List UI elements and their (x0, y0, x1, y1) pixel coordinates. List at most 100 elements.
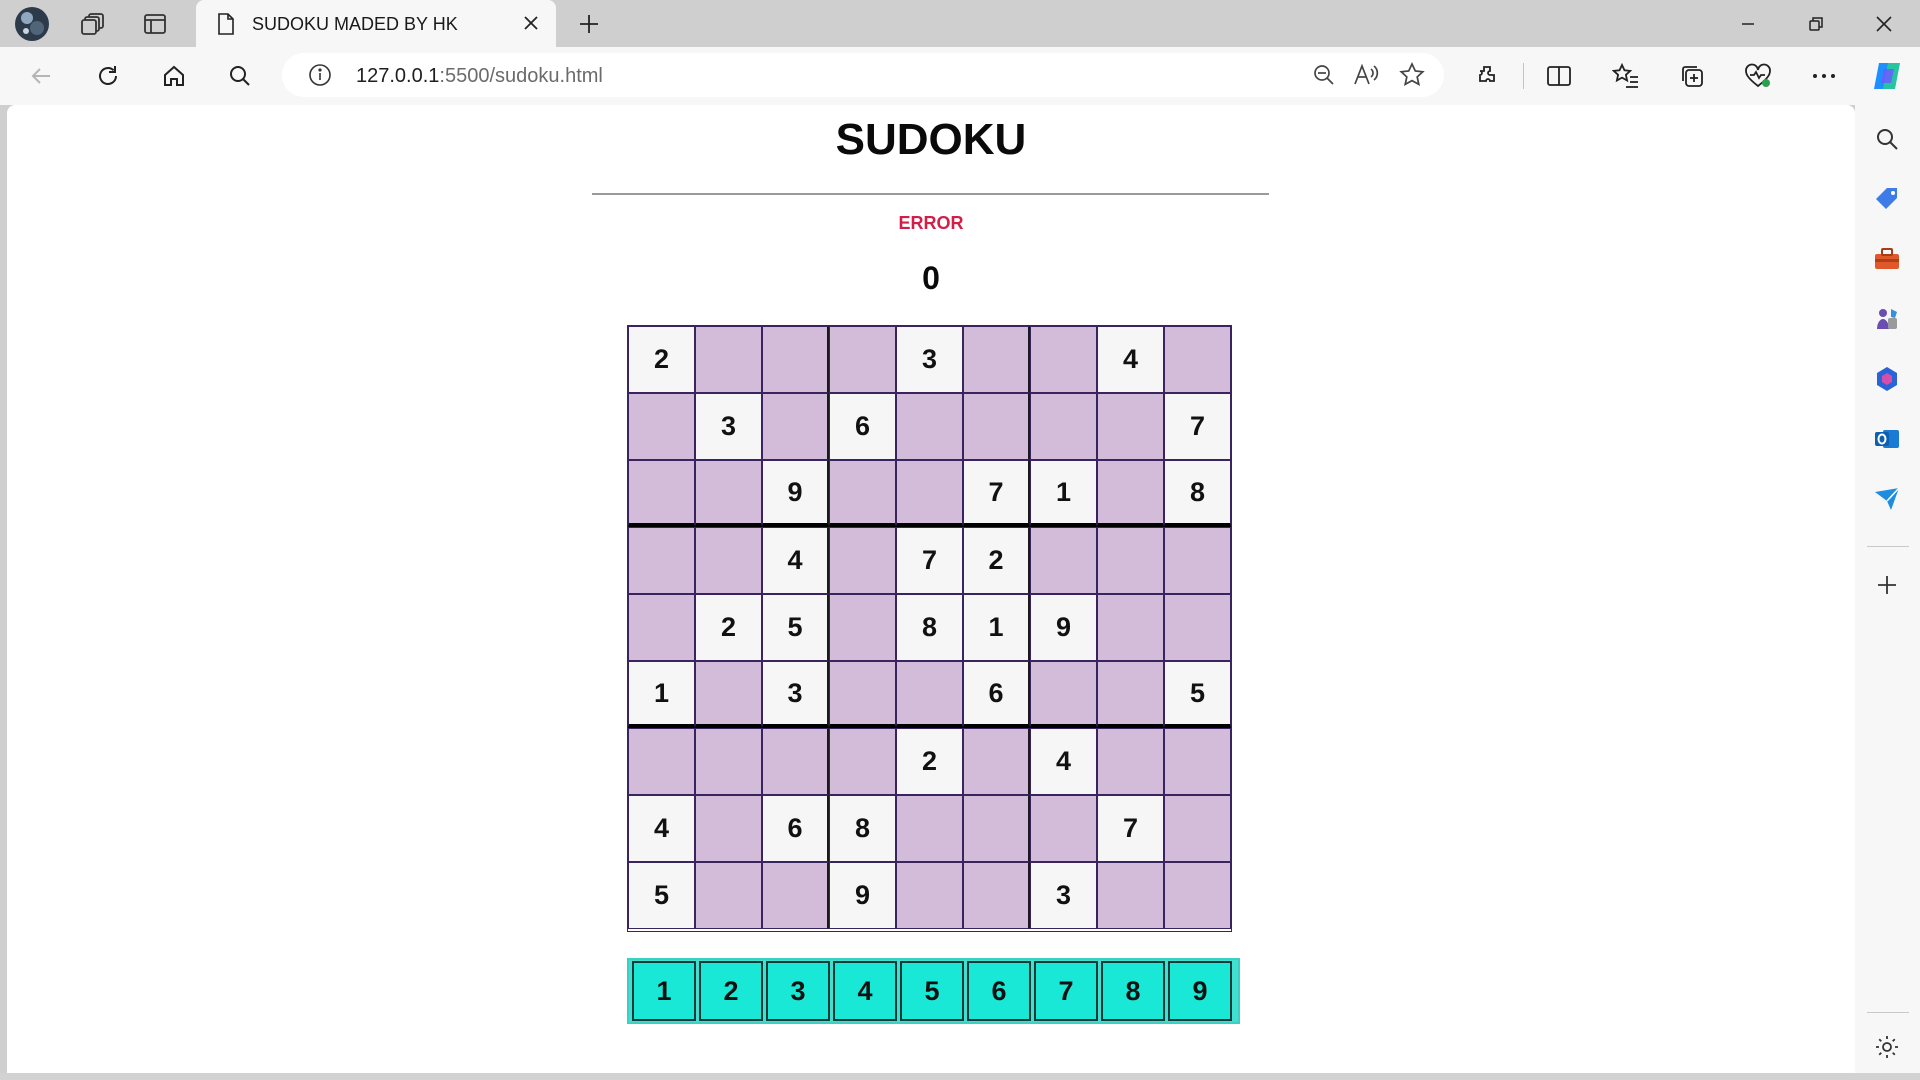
favorite-star-icon[interactable] (1394, 57, 1430, 93)
browser-essentials-icon[interactable] (1738, 56, 1778, 96)
sudoku-cell[interactable] (963, 393, 1030, 460)
plus-icon[interactable] (569, 6, 609, 42)
sudoku-cell[interactable] (1030, 326, 1097, 393)
sudoku-cell[interactable] (695, 728, 762, 795)
sudoku-cell[interactable]: 4 (1030, 728, 1097, 795)
sudoku-cell[interactable]: 7 (1164, 393, 1231, 460)
sudoku-cell[interactable] (896, 661, 963, 728)
sudoku-cell[interactable] (1097, 862, 1164, 929)
sudoku-cell[interactable]: 6 (963, 661, 1030, 728)
sudoku-cell[interactable]: 3 (896, 326, 963, 393)
sudoku-cell[interactable] (1097, 661, 1164, 728)
digit-tile[interactable]: 8 (1101, 961, 1165, 1021)
sudoku-cell[interactable] (896, 393, 963, 460)
sudoku-cell[interactable] (695, 460, 762, 527)
sudoku-cell[interactable]: 9 (829, 862, 896, 929)
digit-tile[interactable]: 1 (632, 961, 696, 1021)
split-screen-icon[interactable] (1539, 56, 1579, 96)
close-icon[interactable] (516, 8, 546, 38)
collections-icon[interactable] (1672, 56, 1712, 96)
sudoku-cell[interactable]: 6 (762, 795, 829, 862)
restore-button[interactable] (1782, 0, 1850, 47)
sudoku-cell[interactable] (628, 594, 695, 661)
sudoku-cell[interactable]: 4 (628, 795, 695, 862)
microsoft365-icon[interactable] (1867, 359, 1907, 399)
home-icon[interactable] (154, 56, 194, 96)
sudoku-cell[interactable]: 2 (896, 728, 963, 795)
sudoku-cell[interactable] (829, 728, 896, 795)
sudoku-cell[interactable]: 3 (695, 393, 762, 460)
sudoku-cell[interactable]: 3 (762, 661, 829, 728)
sudoku-cell[interactable] (1164, 326, 1231, 393)
sudoku-cell[interactable] (1030, 795, 1097, 862)
extensions-icon[interactable] (1467, 56, 1507, 96)
sudoku-cell[interactable]: 2 (628, 326, 695, 393)
sudoku-cell[interactable]: 5 (1164, 661, 1231, 728)
zoom-out-icon[interactable] (1306, 57, 1342, 93)
sudoku-cell[interactable] (829, 326, 896, 393)
sudoku-cell[interactable] (963, 728, 1030, 795)
sudoku-cell[interactable] (1164, 527, 1231, 594)
sudoku-cell[interactable]: 5 (628, 862, 695, 929)
sudoku-cell[interactable] (628, 527, 695, 594)
sudoku-cell[interactable]: 9 (762, 460, 829, 527)
sudoku-cell[interactable]: 1 (1030, 460, 1097, 527)
sudoku-cell[interactable] (963, 326, 1030, 393)
sudoku-cell[interactable]: 9 (1030, 594, 1097, 661)
sudoku-cell[interactable] (1097, 460, 1164, 527)
sudoku-cell[interactable] (628, 393, 695, 460)
sudoku-cell[interactable]: 7 (896, 527, 963, 594)
sudoku-cell[interactable]: 4 (1097, 326, 1164, 393)
sudoku-cell[interactable]: 3 (1030, 862, 1097, 929)
sudoku-cell[interactable]: 8 (1164, 460, 1231, 527)
sudoku-cell[interactable] (628, 728, 695, 795)
sudoku-cell[interactable] (762, 862, 829, 929)
sudoku-cell[interactable]: 2 (695, 594, 762, 661)
sudoku-cell[interactable]: 7 (963, 460, 1030, 527)
sudoku-cell[interactable]: 1 (963, 594, 1030, 661)
games-icon[interactable] (1867, 299, 1907, 339)
sudoku-cell[interactable] (1030, 393, 1097, 460)
sudoku-cell[interactable]: 4 (762, 527, 829, 594)
refresh-icon[interactable] (88, 56, 128, 96)
sudoku-cell[interactable] (1097, 728, 1164, 795)
sudoku-cell[interactable] (1030, 527, 1097, 594)
sudoku-cell[interactable] (896, 795, 963, 862)
workspaces-icon[interactable] (73, 6, 113, 42)
sudoku-cell[interactable] (829, 460, 896, 527)
search-icon[interactable] (1867, 119, 1907, 159)
send-icon[interactable] (1867, 479, 1907, 519)
sudoku-cell[interactable]: 1 (628, 661, 695, 728)
address-bar[interactable]: 127.0.0.1:5500/sudoku.html (282, 53, 1444, 97)
sudoku-cell[interactable] (1164, 594, 1231, 661)
sudoku-cell[interactable] (695, 862, 762, 929)
digit-tile[interactable]: 7 (1034, 961, 1098, 1021)
digit-tile[interactable]: 2 (699, 961, 763, 1021)
profile-avatar-icon[interactable] (12, 6, 52, 42)
sudoku-cell[interactable] (896, 460, 963, 527)
tools-icon[interactable] (1867, 239, 1907, 279)
add-icon[interactable] (1867, 565, 1907, 605)
sudoku-cell[interactable] (1030, 661, 1097, 728)
sudoku-cell[interactable] (829, 661, 896, 728)
sudoku-cell[interactable] (762, 393, 829, 460)
sudoku-cell[interactable] (1097, 527, 1164, 594)
digit-tile[interactable]: 6 (967, 961, 1031, 1021)
sudoku-cell[interactable]: 8 (896, 594, 963, 661)
minimize-button[interactable] (1714, 0, 1782, 47)
sudoku-cell[interactable] (963, 795, 1030, 862)
sudoku-cell[interactable]: 8 (829, 795, 896, 862)
search-icon[interactable] (220, 56, 260, 96)
shopping-tag-icon[interactable] (1867, 179, 1907, 219)
info-icon[interactable] (302, 57, 338, 93)
sudoku-cell[interactable] (963, 862, 1030, 929)
sudoku-cell[interactable] (695, 795, 762, 862)
more-icon[interactable] (1804, 56, 1844, 96)
digit-tile[interactable]: 4 (833, 961, 897, 1021)
digit-tile[interactable]: 3 (766, 961, 830, 1021)
back-icon[interactable] (22, 56, 62, 96)
url-text[interactable]: 127.0.0.1:5500/sudoku.html (356, 65, 603, 88)
sudoku-cell[interactable] (896, 862, 963, 929)
sudoku-cell[interactable] (628, 460, 695, 527)
digit-tile[interactable]: 5 (900, 961, 964, 1021)
